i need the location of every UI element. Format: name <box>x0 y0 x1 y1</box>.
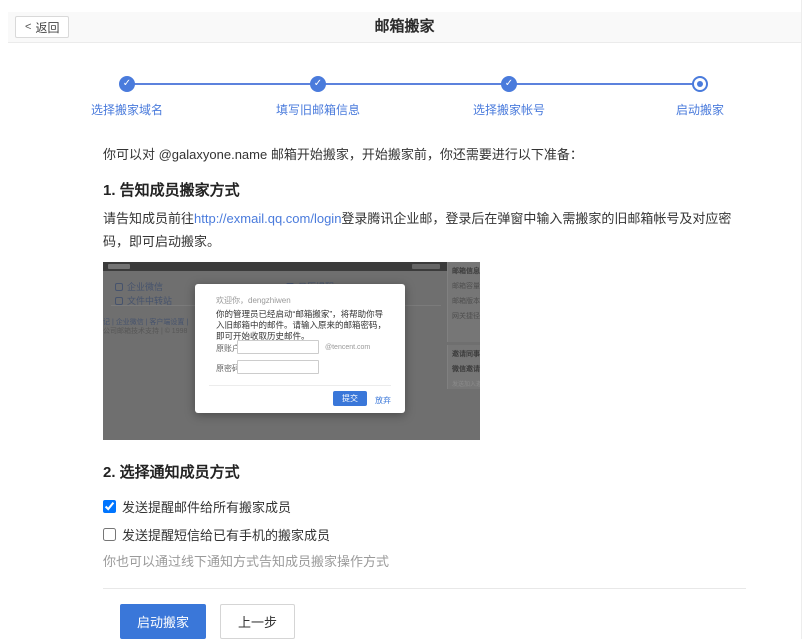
topbar-text-smudge <box>412 264 440 269</box>
footer-divider <box>103 588 746 589</box>
offline-notice-text: 你也可以通过线下通知方式告知成员搬家操作方式 <box>103 551 389 570</box>
checkbox-label: 发送提醒邮件给所有搬家成员 <box>122 497 291 516</box>
step-select-accounts: ✓ 选择搬家帐号 <box>473 76 545 118</box>
intro-text: 你可以对 @galaxyone.name 邮箱开始搬家，开始搬家前，你还需要进行… <box>103 144 748 163</box>
mailbox-info-panel: 邮箱信息 邮箱容量： 邮箱版本： 网关捷径： <box>447 262 480 342</box>
screenshot-topbar <box>103 262 480 271</box>
paragraph-text-before-link: 请告知成员前往 <box>103 211 194 226</box>
dialog-submit-button[interactable]: 提交 <box>333 391 367 406</box>
dialog-body-text: 你的管理员已经启动“邮箱搬家”，将帮助你导入旧邮箱中的邮件。请输入原来的邮箱密码… <box>216 309 388 342</box>
step-select-domain: ✓ 选择搬家域名 <box>91 76 163 118</box>
panel-row: 微信邀请 <box>452 364 480 374</box>
old-account-input[interactable] <box>237 340 319 354</box>
bg-nav-wechat: 企业微信 <box>115 280 163 293</box>
bg-copyright: 公司邮箱技术支持 | © 1998 <box>103 326 187 336</box>
instruction-screenshot: 企业微信 文件中转站 日历提醒 记 | 企业微信 | 客户端设置 | 公司邮箱技… <box>103 262 480 440</box>
progress-stepper: ✓ 选择搬家域名 ✓ 填写旧邮箱信息 ✓ 选择搬家帐号 启动搬家 <box>102 62 745 124</box>
dialog-abandon-link[interactable]: 放弃 <box>375 395 391 406</box>
step-check-icon: ✓ <box>310 76 326 92</box>
notify-sms-checkbox[interactable] <box>103 528 116 541</box>
email-migration-page: < 返回 邮箱搬家 ✓ 选择搬家域名 ✓ 填写旧邮箱信息 ✓ 选择搬家帐号 启动… <box>0 0 802 639</box>
document-icon <box>115 297 123 305</box>
step-check-icon: ✓ <box>119 76 135 92</box>
notify-email-checkbox[interactable] <box>103 500 116 513</box>
checkbox-label: 发送提醒短信给已有手机的搬家成员 <box>122 525 330 544</box>
step-current-icon <box>692 76 708 92</box>
step-start-migration: 启动搬家 <box>676 76 724 118</box>
chat-bubble-icon <box>115 283 123 291</box>
start-migration-button[interactable]: 启动搬家 <box>120 604 206 639</box>
panel-row: 邮箱容量： <box>452 281 480 291</box>
step-check-icon: ✓ <box>501 76 517 92</box>
step-label: 选择搬家域名 <box>91 101 163 118</box>
panel-title: 邮箱信息 <box>452 266 480 276</box>
step-label: 填写旧邮箱信息 <box>276 101 360 118</box>
old-password-input[interactable] <box>237 360 319 374</box>
step-label: 选择搬家帐号 <box>473 101 545 118</box>
previous-step-button[interactable]: 上一步 <box>220 604 295 639</box>
panel-row: 发送加入邀请 <box>452 379 480 388</box>
panel-row: 邮箱版本： <box>452 296 480 306</box>
invite-colleagues-panel: 邀请同事 微信邀请 发送加入邀请 <box>447 345 480 389</box>
bg-nav-label: 企业微信 <box>127 280 163 293</box>
step-label: 启动搬家 <box>676 101 724 118</box>
account-domain-suffix: @tencent.com <box>325 344 370 351</box>
exmail-login-link[interactable]: http://exmail.qq.com/login <box>194 211 341 226</box>
section1-paragraph: 请告知成员前往http://exmail.qq.com/login登录腾讯企业邮… <box>103 207 748 253</box>
notify-sms-checkbox-row[interactable]: 发送提醒短信给已有手机的搬家成员 <box>103 525 330 544</box>
footer-buttons: 启动搬家 上一步 <box>120 604 295 639</box>
section2-heading: 2. 选择通知成员方式 <box>103 461 240 482</box>
dialog-greeting: 欢迎你，dengzhiwen <box>216 295 291 306</box>
notify-email-checkbox-row[interactable]: 发送提醒邮件给所有搬家成员 <box>103 497 291 516</box>
migration-dialog: 欢迎你，dengzhiwen 你的管理员已经启动“邮箱搬家”，将帮助你导入旧邮箱… <box>195 284 405 413</box>
header-bar: < 返回 邮箱搬家 <box>8 12 801 43</box>
dialog-divider <box>209 385 391 386</box>
step-old-mailbox-info: ✓ 填写旧邮箱信息 <box>276 76 360 118</box>
panel-row: 网关捷径： <box>452 311 480 321</box>
section1-heading: 1. 告知成员搬家方式 <box>103 179 240 200</box>
topbar-text-smudge <box>108 264 130 269</box>
panel-title: 邀请同事 <box>452 349 480 359</box>
page-title: 邮箱搬家 <box>8 12 801 42</box>
stepper-connector-line <box>127 83 700 85</box>
